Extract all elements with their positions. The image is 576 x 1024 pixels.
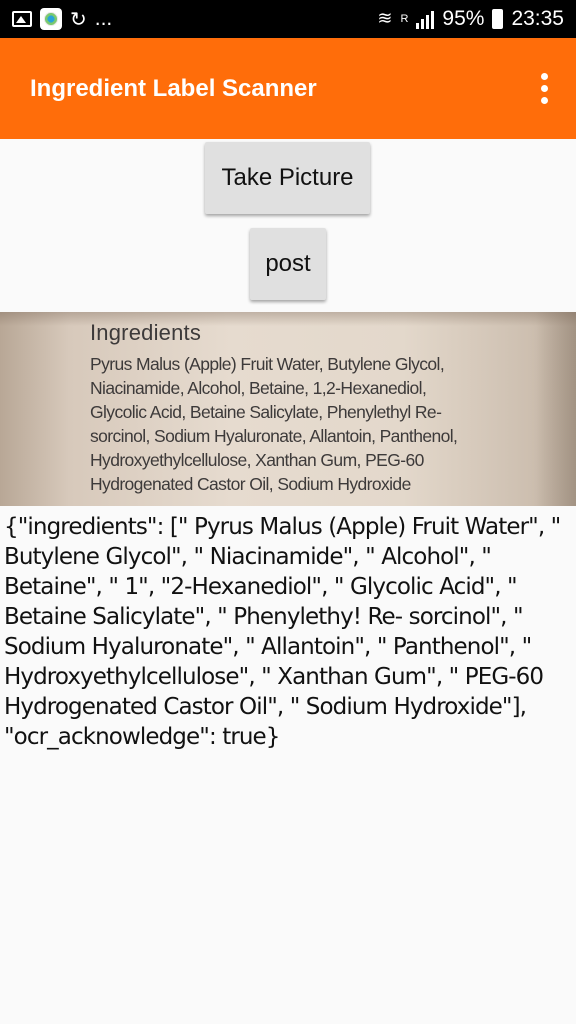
roaming-indicator: R (400, 13, 409, 25)
take-picture-button[interactable]: Take Picture (205, 142, 370, 214)
image-icon (12, 11, 32, 27)
label-line: Hydrogenated Castor Oil, Sodium Hydroxid… (90, 474, 411, 494)
clock: 23:35 (511, 7, 564, 30)
label-heading: Ingredients (90, 320, 202, 345)
label-line: Glycolic Acid, Betaine Salicylate, Pheny… (90, 402, 442, 422)
label-line: Niacinamide, Alcohol, Betaine, 1,2-Hexan… (90, 378, 427, 398)
notification-ellipsis: ... (94, 7, 113, 30)
status-left: ↻ ... (12, 7, 112, 31)
captured-label-photo: Ingredients Pyrus Malus (Apple) Fruit Wa… (0, 312, 576, 506)
signal-icon (416, 9, 435, 29)
ocr-result-text: {"ingredients": [" Pyrus Malus (Apple) F… (4, 514, 561, 750)
status-bar: ↻ ... ≋ R 95% 23:35 (0, 0, 576, 38)
label-line: sorcinol, Sodium Hyaluronate, Allantoin,… (90, 426, 458, 446)
label-text-block: Ingredients Pyrus Malus (Apple) Fruit Wa… (90, 320, 530, 496)
app-bar: Ingredient Label Scanner (0, 38, 576, 139)
wifi-icon: ≋ (377, 8, 393, 29)
label-line: Hydroxyethylcellulose, Xanthan Gum, PEG-… (90, 450, 424, 470)
sync-icon: ↻ (70, 7, 87, 31)
app-title: Ingredient Label Scanner (30, 74, 317, 102)
post-button[interactable]: post (250, 228, 326, 300)
battery-percent: 95% (442, 7, 485, 30)
label-line: Pyrus Malus (Apple) Fruit Water, Butylen… (90, 354, 445, 374)
app-icon (40, 8, 62, 30)
status-right: ≋ R 95% 23:35 (377, 7, 564, 31)
overflow-menu-icon[interactable] (537, 69, 552, 108)
battery-icon (492, 9, 504, 29)
